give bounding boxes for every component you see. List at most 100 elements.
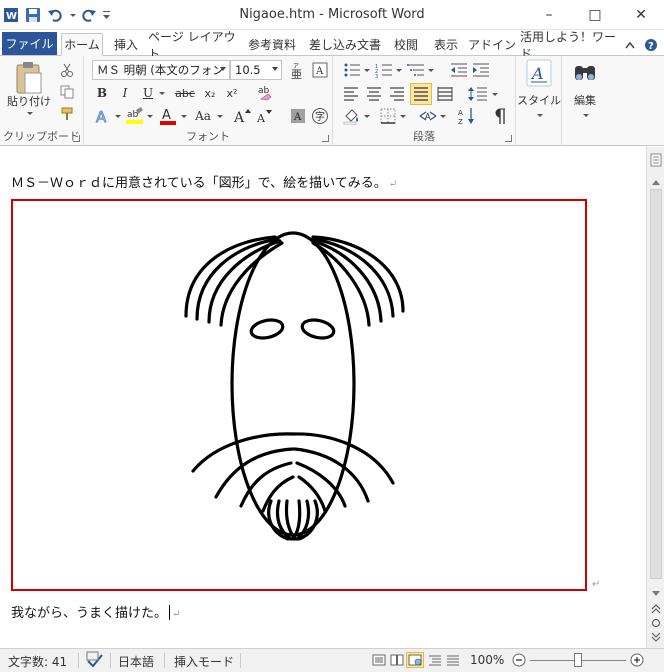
align-center-icon[interactable] [364,84,384,104]
cut-icon[interactable] [58,62,76,78]
binoculars-icon[interactable] [572,58,598,88]
editing-button[interactable]: 編集 [562,92,608,108]
paste-button[interactable]: 貼り付け [4,94,54,108]
font-color-icon[interactable]: A [158,106,178,126]
tab-view[interactable]: 表示 [428,33,464,56]
ruler-toggle-icon[interactable] [650,153,662,167]
font-size-combo[interactable]: 10.5 [230,60,282,80]
character-shading-icon[interactable]: A [288,106,308,126]
paste-dropdown-icon[interactable] [22,108,36,118]
text-effects-icon[interactable]: A [92,106,114,126]
superscript-button[interactable]: x² [222,84,242,102]
strikethrough-button[interactable]: abc [172,84,198,102]
zoom-in-icon[interactable] [630,653,644,670]
sort-icon[interactable]: AZ [457,106,479,126]
paragraph-1[interactable]: ＭＳ－Ｗｏｒｄに用意されている「図形」で、絵を描いてみる。 ↵ [11,172,397,191]
document-area[interactable]: ＭＳ－Ｗｏｒｄに用意されている「図形」で、絵を描いてみる。 ↵ ↵ 我ながら、う… [0,147,646,648]
bullets-icon[interactable] [341,60,363,80]
clipboard-launcher-icon[interactable] [73,135,80,142]
underline-dropdown-icon[interactable] [156,84,166,102]
insert-mode-indicator[interactable]: 挿入モード [174,653,234,670]
shading-icon[interactable] [341,106,363,126]
line-spacing-dropdown-icon[interactable] [489,86,499,102]
word-count[interactable]: 文字数: 41 [8,653,67,670]
help-minimize-button[interactable]: – [526,0,572,30]
collapse-ribbon-icon[interactable] [622,33,638,56]
language-indicator[interactable]: 日本語 [118,653,154,670]
styles-button[interactable]: スタイル [516,92,562,108]
tab-addins[interactable]: アドイン [468,33,516,56]
paragraph-2[interactable]: 我ながら、うまく描けた。 ↵ [11,602,180,621]
styles-dropdown-icon[interactable] [534,110,544,120]
zoom-level[interactable]: 100% [470,653,504,667]
grow-font-icon[interactable]: A [232,106,252,126]
styles-icon[interactable]: A [526,58,552,88]
print-layout-view-icon[interactable] [372,654,386,669]
subscript-button[interactable]: x₂ [200,84,220,102]
maximize-button[interactable]: □ [572,0,618,30]
distributed-icon[interactable] [435,84,455,104]
format-painter-icon[interactable] [58,106,76,122]
asian-layout-dropdown-icon[interactable] [437,108,447,124]
copy-icon[interactable] [58,84,76,100]
drawing-canvas[interactable] [11,199,587,591]
scroll-down-icon[interactable] [651,587,661,597]
change-case-dropdown-icon[interactable] [214,108,224,124]
multilevel-list-icon[interactable] [405,60,427,80]
enclose-characters-icon[interactable]: 字 [310,106,330,126]
tab-page-layout[interactable]: ページ レイアウト [148,30,238,61]
draft-view-icon[interactable] [446,654,460,669]
shading-dropdown-icon[interactable] [361,108,371,124]
web-layout-view-icon[interactable] [406,652,424,668]
align-left-icon[interactable] [341,84,361,104]
zoom-slider-thumb[interactable] [574,653,582,667]
tab-home[interactable]: ホーム [61,33,103,56]
character-border-icon[interactable]: A [310,60,330,80]
align-right-icon[interactable] [387,84,407,104]
tab-katsuyou[interactable]: 活用しよう！ワード [520,30,620,61]
clear-formatting-icon[interactable]: ab [256,82,276,102]
browse-object-icon[interactable] [651,617,661,627]
outline-view-icon[interactable] [428,654,442,669]
phonetic-guide-icon[interactable]: ア亜 [288,60,308,80]
change-case-button[interactable]: Aa [192,106,214,126]
numbering-dropdown-icon[interactable] [393,62,403,78]
zoom-out-icon[interactable] [512,653,526,670]
asian-layout-icon[interactable]: A [417,106,439,126]
next-page-icon[interactable] [651,631,661,642]
vertical-scrollbar[interactable] [646,147,664,648]
font-launcher-icon[interactable] [322,135,329,142]
borders-dropdown-icon[interactable] [397,108,407,124]
increase-indent-icon[interactable] [471,60,491,80]
font-name-combo[interactable]: ＭＳ 明朝 (本文のフォン [92,60,230,80]
paragraph-launcher-icon[interactable] [505,135,512,142]
borders-icon[interactable] [377,106,399,126]
close-button[interactable]: ✕ [618,0,664,30]
tab-insert[interactable]: 挿入 [108,33,144,56]
bullets-dropdown-icon[interactable] [361,62,371,78]
highlight-dropdown-icon[interactable] [144,108,154,124]
justify-icon[interactable] [410,83,432,105]
previous-page-icon[interactable] [651,603,661,614]
highlight-icon[interactable]: ab [124,106,146,126]
multilevel-dropdown-icon[interactable] [425,62,435,78]
full-screen-reading-icon[interactable] [390,654,404,669]
show-hide-marks-icon[interactable] [489,106,511,126]
line-spacing-icon[interactable] [467,84,489,104]
proofing-icon[interactable] [86,651,104,672]
tab-file[interactable]: ファイル [2,32,57,55]
tab-review[interactable]: 校閲 [388,33,424,56]
tab-references[interactable]: 参考資料 [242,33,302,56]
underline-button[interactable]: U [140,84,156,102]
bold-button[interactable]: B [94,84,110,102]
decrease-indent-icon[interactable] [449,60,469,80]
font-color-dropdown-icon[interactable] [178,108,188,124]
numbering-icon[interactable]: 123 [373,60,395,80]
text-effects-dropdown-icon[interactable] [112,108,122,124]
paste-icon[interactable] [8,60,48,96]
help-icon[interactable]: ? [642,33,660,56]
italic-button[interactable]: I [117,84,133,102]
editing-dropdown-icon[interactable] [580,110,590,120]
scroll-up-icon[interactable] [651,175,661,185]
scroll-thumb[interactable] [650,189,662,579]
